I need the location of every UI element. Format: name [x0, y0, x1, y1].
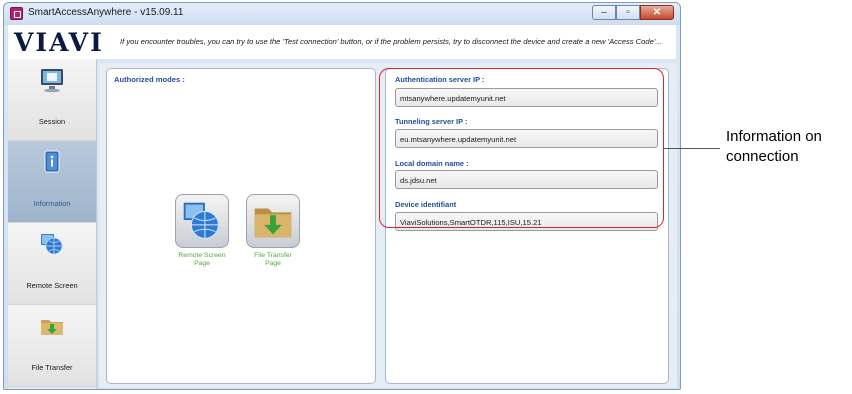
remote-screen-button[interactable]	[175, 194, 229, 248]
window-title: SmartAccessAnywhere - v15.09.11	[28, 7, 184, 18]
sidebar-item-remote-screen[interactable]: Remote Screen	[8, 223, 96, 305]
sidebar: Session Information Remote Screen File T…	[8, 59, 97, 389]
callout-line-2: connection	[726, 148, 799, 165]
title-bar[interactable]: SmartAccessAnywhere - v15.09.11 – ▫ ✕	[4, 3, 680, 25]
sidebar-item-label: Session	[38, 117, 66, 126]
close-button[interactable]: ✕	[640, 5, 674, 20]
viavi-logo: VIAVI	[14, 28, 104, 57]
folder-download-icon	[41, 320, 63, 335]
mode-label: Remote Screen Page	[172, 252, 232, 268]
mode-file-transfer[interactable]: File Transfer Page	[243, 194, 303, 268]
info-icon	[44, 150, 60, 173]
file-transfer-button[interactable]	[246, 194, 300, 248]
mode-label: File Transfer Page	[243, 252, 303, 268]
app-icon	[10, 7, 23, 20]
remote-screen-icon	[183, 202, 219, 239]
monitor-icon	[41, 69, 63, 93]
authorized-modes-title: Authorized modes :	[114, 75, 185, 84]
mode-label-line: Page	[194, 260, 210, 267]
app-header: VIAVI If you encounter troubles, you can…	[8, 25, 676, 59]
connection-highlight-box	[379, 68, 664, 228]
sidebar-item-session[interactable]: Session	[8, 59, 96, 141]
sidebar-item-label: Remote Screen	[26, 281, 78, 290]
sidebar-item-label: File Transfer	[31, 363, 73, 372]
mode-remote-screen[interactable]: Remote Screen Page	[172, 194, 232, 268]
sidebar-item-information[interactable]: Information	[8, 141, 96, 223]
sidebar-item-file-transfer[interactable]: File Transfer	[8, 305, 96, 387]
callout-line-1: Information on	[726, 128, 822, 145]
remote-screen-icon	[41, 234, 63, 255]
callout-line	[664, 148, 720, 149]
help-message: If you encounter troubles, you can try t…	[120, 37, 662, 46]
maximize-button[interactable]: ▫	[616, 5, 640, 20]
mode-label-line: Page	[265, 260, 281, 267]
sidebar-item-label: Information	[33, 199, 71, 208]
folder-download-icon	[254, 208, 292, 238]
mode-label-line: File Transfer	[254, 252, 292, 259]
mode-label-line: Remote Screen	[178, 252, 226, 259]
authorized-modes-panel: Authorized modes : Remote Screen Page Fi…	[106, 68, 376, 384]
callout-annotation: Information on connection	[726, 127, 822, 167]
minimize-button[interactable]: –	[592, 5, 616, 20]
window-controls: – ▫ ✕	[592, 5, 674, 20]
